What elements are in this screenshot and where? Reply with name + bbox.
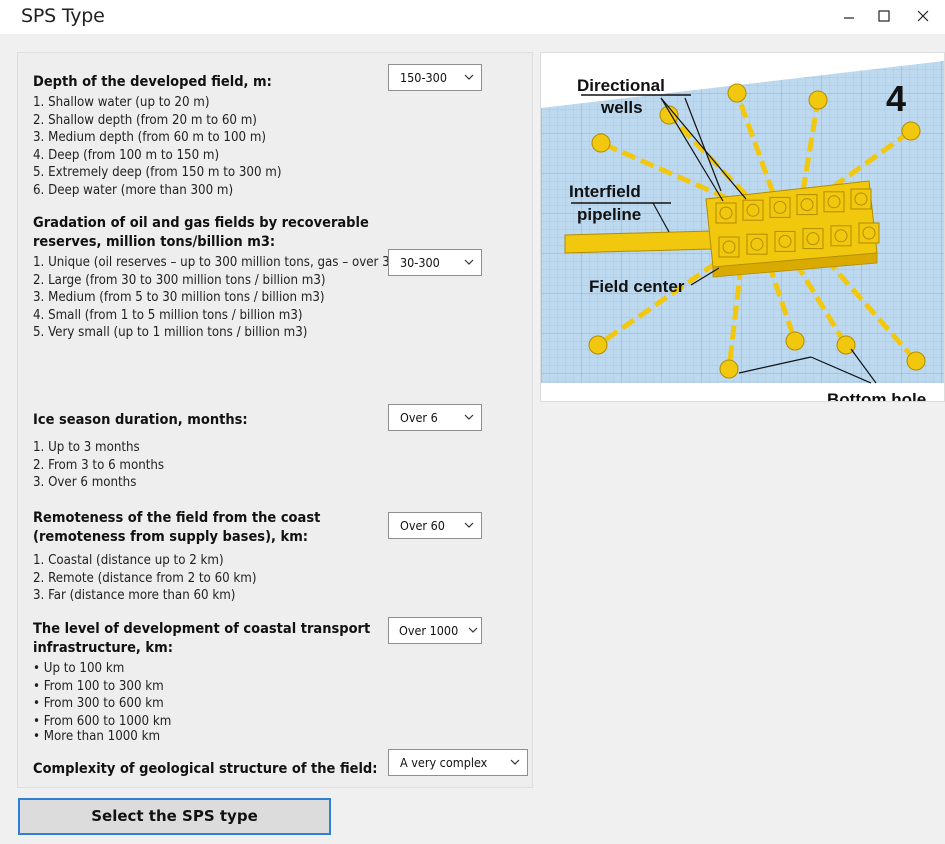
chevron-down-icon	[468, 627, 478, 633]
platform-module	[823, 191, 845, 213]
depth-option: 3. Medium depth (from 60 m to 100 m)	[33, 130, 267, 146]
geology-select-value: A very complex	[400, 755, 488, 770]
reserves-heading-line: Gradation of oil and gas fields by recov…	[33, 215, 369, 231]
chevron-down-icon	[464, 522, 474, 528]
select-sps-type-button[interactable]: Select the SPS type	[18, 798, 331, 835]
chevron-down-icon	[464, 74, 474, 80]
platform-module	[850, 188, 872, 210]
minimize-icon	[844, 17, 854, 19]
platform-module	[802, 228, 824, 250]
platform-module	[742, 199, 764, 221]
criteria-panel: Depth of the developed field, m: 1. Shal…	[17, 52, 533, 788]
depth-select[interactable]: 150-300	[388, 64, 482, 91]
pipeline-label: pipeline	[577, 205, 641, 224]
wells-label: wells	[600, 98, 643, 117]
remoteness-option: 3. Far (distance more than 60 km)	[33, 588, 236, 604]
reserves-option: 5. Very small (up to 1 million tons / bi…	[33, 325, 308, 341]
platform-module	[858, 222, 880, 244]
bottom-hole-marker	[591, 133, 611, 153]
chevron-down-icon	[464, 414, 474, 420]
platform-module	[718, 236, 740, 258]
transport-option: • From 100 to 300 km	[33, 678, 164, 694]
maximize-button[interactable]	[871, 4, 901, 28]
close-button[interactable]	[916, 4, 945, 28]
platform-module	[769, 196, 791, 218]
ice-season-option: 2. From 3 to 6 months	[33, 457, 165, 473]
platform-module	[746, 233, 768, 255]
bottom-hole-label: Bottom hole	[827, 390, 926, 401]
ice-season-option: 3. Over 6 months	[33, 475, 137, 491]
reserves-option: 4. Small (from 1 to 5 million tons / bil…	[33, 307, 303, 323]
remoteness-select-value: Over 60	[400, 518, 445, 533]
reserves-criterion: Gradation of oil and gas fields by recov…	[33, 214, 533, 342]
bottom-hole-marker	[906, 351, 926, 371]
ice-season-select[interactable]: Over 6	[388, 404, 482, 431]
transport-option: • More than 1000 km	[33, 729, 161, 745]
platform-module	[774, 230, 796, 252]
sps-layout-image: Directional wells Interfield pipeline Fi…	[540, 52, 945, 409]
transport-select[interactable]: Over 1000	[388, 617, 482, 644]
depth-option: 6. Deep water (more than 300 m)	[33, 182, 234, 198]
title-bar: SPS Type	[0, 0, 945, 34]
bottom-hole-marker	[588, 335, 608, 355]
platform-module	[830, 225, 852, 247]
remoteness-option: 1. Coastal (distance up to 2 km)	[33, 553, 224, 568]
depth-option: 2. Shallow depth (from 20 m to 60 m)	[33, 112, 257, 128]
platform-module	[715, 202, 737, 224]
remoteness-option: 2. Remote (distance from 2 to 60 km)	[33, 570, 257, 586]
bottom-hole-marker	[808, 90, 828, 110]
depth-select-value: 150-300	[400, 70, 447, 85]
bottom-hole-marker	[901, 121, 921, 141]
interfield-label: Interfield	[569, 182, 641, 201]
directional-label: Directional	[577, 76, 665, 95]
depth-criterion: Depth of the developed field, m: 1. Shal…	[33, 73, 533, 200]
transport-option: • From 300 to 600 km	[33, 696, 164, 712]
remoteness-select[interactable]: Over 60	[388, 512, 482, 539]
bottom-hole-marker	[785, 331, 805, 351]
ice-season-option: 1. Up to 3 months	[33, 440, 140, 455]
close-icon	[917, 10, 929, 22]
depth-option: 1. Shallow water (up to 20 m)	[33, 95, 210, 110]
diagram-number: 4	[886, 78, 906, 119]
bottom-hole-marker	[727, 83, 747, 103]
transport-option: • Up to 100 km	[33, 661, 125, 676]
field-center-label: Field center	[589, 277, 685, 296]
sps-diagram: Directional wells Interfield pipeline Fi…	[541, 61, 944, 409]
transport-select-value: Over 1000	[399, 623, 459, 638]
chevron-down-icon	[464, 259, 474, 265]
minimize-button[interactable]	[838, 4, 868, 28]
reserves-option: 3. Medium (from 5 to 30 million tons / b…	[33, 290, 325, 306]
platform-module	[796, 194, 818, 216]
window-title: SPS Type	[21, 5, 105, 27]
reserves-select-value: 30-300	[400, 255, 440, 270]
ice-season-select-value: Over 6	[400, 410, 438, 425]
geology-select[interactable]: A very complex	[388, 749, 528, 776]
bottom-hole-marker	[719, 359, 739, 379]
maximize-icon	[878, 10, 890, 22]
interfield-pipeline	[564, 230, 712, 254]
depth-option: 4. Deep (from 100 m to 150 m)	[33, 147, 220, 163]
chevron-down-icon	[510, 759, 520, 765]
reserves-select[interactable]: 30-300	[388, 249, 482, 276]
transport-option: • From 600 to 1000 km	[33, 713, 172, 729]
depth-option: 5. Extremely deep (from 150 m to 300 m)	[33, 165, 282, 181]
